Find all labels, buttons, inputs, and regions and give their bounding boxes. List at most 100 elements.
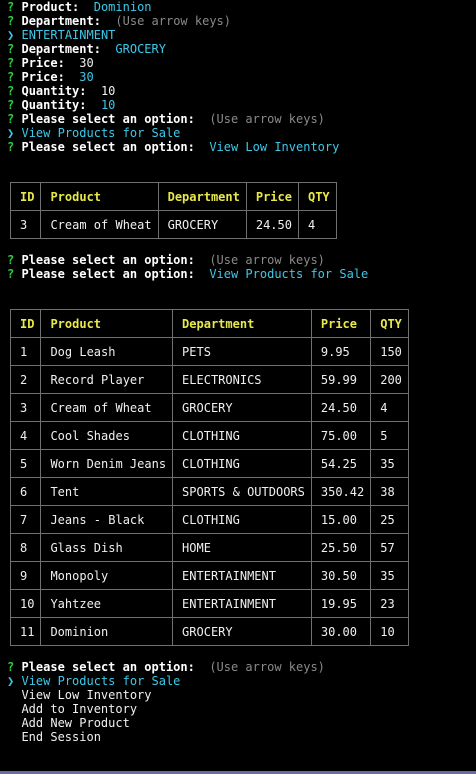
column-header: Price	[245, 182, 299, 211]
table-cell: Yahtzee	[40, 589, 174, 618]
column-header: Department	[172, 309, 312, 338]
table-cell: SPORTS & OUTDOORS	[172, 477, 312, 506]
prompt-hint: (Use arrow keys)	[209, 112, 325, 126]
table-cell: 3	[9, 393, 42, 422]
table-cell: 4	[9, 421, 42, 450]
question-mark-icon: ?	[7, 42, 15, 56]
prompt-line: ? Quantity: 10	[0, 84, 476, 98]
table-cell: 9.95	[310, 337, 372, 366]
table-row: 3 Cream of Wheat GROCERY 24.50 4	[9, 393, 409, 422]
table-row: 1 Dog Leash PETS 9.95 150	[9, 337, 409, 366]
table-cell: 4	[297, 210, 337, 239]
prompt-answer: 30	[79, 70, 94, 84]
column-header: Product	[40, 309, 174, 338]
table-cell: 75.00	[310, 421, 372, 450]
table-cell: 25	[370, 505, 409, 534]
table-cell: 35	[370, 561, 409, 590]
menu-option[interactable]: End Session	[0, 730, 476, 744]
table-cell: 24.50	[245, 210, 299, 239]
prompt-label: Quantity:	[21, 98, 87, 112]
prompt-label: Department:	[21, 42, 101, 56]
table-row: 6 Tent SPORTS & OUTDOORS 350.42 38	[9, 477, 409, 506]
prompt-history-middle: ? Please select an option: (Use arrow ke…	[0, 253, 476, 281]
column-header: Department	[157, 182, 247, 211]
prompt-line: ? Please select an option: View Products…	[0, 267, 476, 281]
table-cell: 15.00	[310, 505, 372, 534]
table-cell: 10	[370, 617, 409, 646]
table-cell: 4	[370, 393, 409, 422]
table-cell: PETS	[172, 337, 312, 366]
table-row: 10 Yahtzee ENTERTAINMENT 19.95 23	[9, 589, 409, 618]
prompt-label: Price:	[21, 70, 65, 84]
highlighted-choice: View Products for Sale	[21, 126, 181, 140]
menu-option[interactable]: Add New Product	[0, 716, 476, 730]
table-cell: 24.50	[310, 393, 372, 422]
table-cell: 350.42	[310, 477, 372, 506]
prompt-label: Please select an option:	[21, 140, 195, 154]
table-cell: Tent	[40, 477, 174, 506]
table-cell: 57	[370, 533, 409, 562]
menu-option[interactable]: View Low Inventory	[0, 688, 476, 702]
table-cell: Jeans - Black	[40, 505, 174, 534]
table-cell: 1	[9, 337, 42, 366]
question-mark-icon: ?	[7, 112, 15, 126]
table-row: 5 Worn Denim Jeans CLOTHING 54.25 35	[9, 449, 409, 478]
menu-option[interactable]: Add to Inventory	[0, 702, 476, 716]
table-cell: 54.25	[310, 449, 372, 478]
table-cell: GROCERY	[172, 617, 312, 646]
prompt-answer: View Products for Sale	[209, 267, 369, 281]
table-cell: Glass Dish	[40, 533, 174, 562]
pointer-icon: ❯	[7, 28, 15, 42]
menu-option-label: End Session	[21, 730, 101, 744]
table-cell: 25.50	[310, 533, 372, 562]
prompt-label: Quantity:	[21, 84, 87, 98]
table-cell: 30.50	[310, 561, 372, 590]
table-row: 9 Monopoly ENTERTAINMENT 30.50 35	[9, 561, 409, 590]
table-cell: 38	[370, 477, 409, 506]
menu-option-label: Add to Inventory	[21, 702, 138, 716]
prompt-line: ? Please select an option: View Low Inve…	[0, 140, 476, 154]
table-row: 3 Cream of Wheat GROCERY 24.50 4	[9, 210, 337, 239]
table-cell: 150	[370, 337, 409, 366]
menu-option-label: View Products for Sale	[21, 674, 181, 688]
table-cell: ELECTRONICS	[172, 365, 312, 394]
prompt-answer: Dominion	[93, 0, 152, 14]
menu-options: ❯ View Products for Sale View Low Invent…	[0, 674, 476, 744]
question-mark-icon: ?	[7, 253, 15, 267]
prompt-line: ? Please select an option: (Use arrow ke…	[0, 253, 476, 267]
highlighted-choice: ENTERTAINMENT	[21, 28, 116, 42]
table-cell: HOME	[172, 533, 312, 562]
prompt-line: ? Price: 30	[0, 70, 476, 84]
pointer-icon: ❯	[7, 126, 15, 140]
products-table: ID Product Department Price QTY 1 Dog Leash PE…	[9, 309, 409, 646]
table-cell: 30.00	[310, 617, 372, 646]
table-cell: 11	[9, 617, 42, 646]
table-cell: GROCERY	[172, 393, 312, 422]
prompt-hint: (Use arrow keys)	[115, 14, 231, 28]
table-cell: 23	[370, 589, 409, 618]
low-inventory-table: ID Product Department Price QTY 3 Cream of Wh…	[9, 182, 337, 239]
table-cell: 10	[9, 589, 42, 618]
table-cell: 2	[9, 365, 42, 394]
question-mark-icon: ?	[7, 140, 15, 154]
menu-option-label: View Low Inventory	[21, 688, 152, 702]
table-cell: CLOTHING	[172, 421, 312, 450]
table-cell: 6	[9, 477, 42, 506]
prompt-label: Please select an option:	[21, 253, 195, 267]
table-cell: 9	[9, 561, 42, 590]
question-mark-icon: ?	[7, 56, 15, 70]
table-cell: Dominion	[40, 617, 174, 646]
prompt-label: Please select an option:	[21, 112, 195, 126]
menu-option[interactable]: ❯ View Products for Sale	[0, 674, 476, 688]
prompt-line: ? Department: GROCERY	[0, 42, 476, 56]
table-cell: Worn Denim Jeans	[40, 449, 174, 478]
column-header: QTY	[297, 182, 337, 211]
table-header-row: ID Product Department Price QTY	[9, 309, 409, 338]
table-cell: 5	[370, 421, 409, 450]
table-cell: 8	[9, 533, 42, 562]
prompt-answer: GROCERY	[115, 42, 166, 56]
